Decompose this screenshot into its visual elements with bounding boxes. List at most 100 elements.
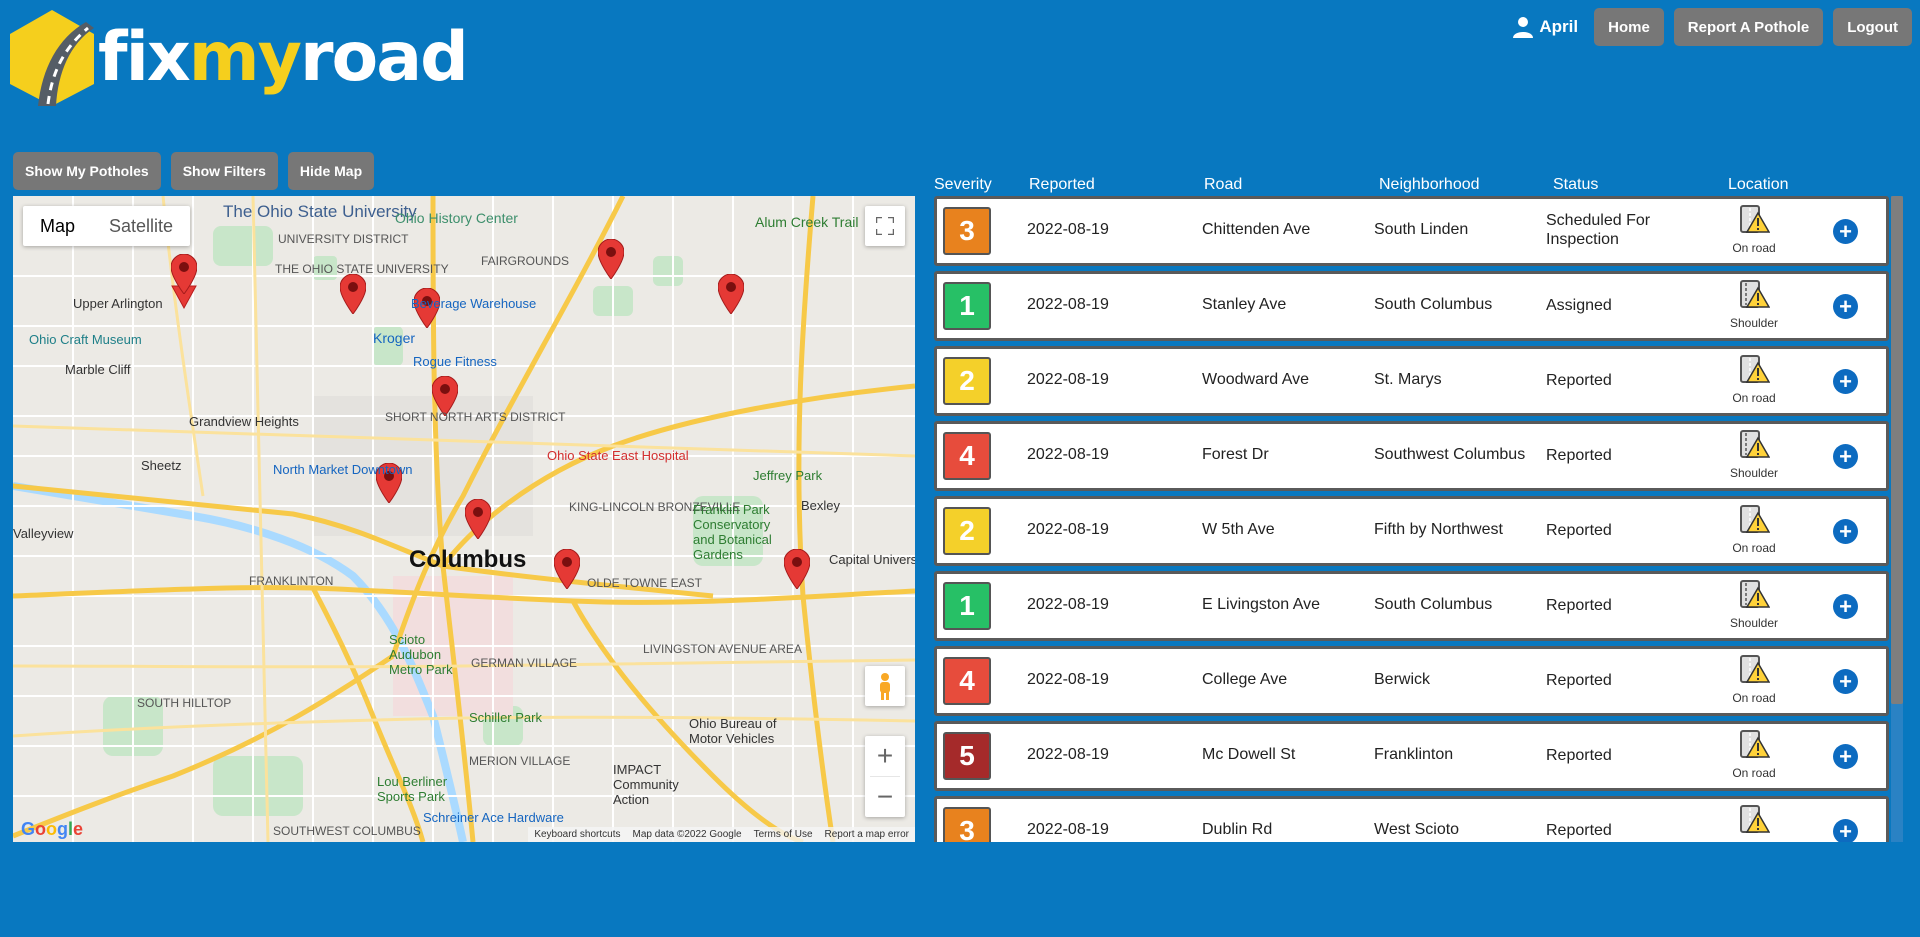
road-warning-icon [1740, 655, 1771, 683]
location-label: On road [1732, 241, 1776, 255]
report-map-error-link[interactable]: Report a map error [825, 829, 909, 840]
table-row[interactable]: 3 2022-08-19 Chittenden Ave South Linden… [934, 196, 1889, 266]
map-label-valleyview: Valleyview [13, 526, 74, 541]
col-status[interactable]: Status [1553, 176, 1598, 194]
map-attribution: Keyboard shortcuts Map data ©2022 Google… [528, 827, 915, 842]
map[interactable]: The Ohio State University Ohio History C… [13, 196, 915, 842]
list-scrollbar[interactable] [1891, 196, 1903, 842]
reported-date: 2022-08-19 [1027, 446, 1109, 463]
severity-badge: 1 [943, 582, 991, 630]
map-type-satellite-button[interactable]: Satellite [92, 206, 190, 246]
map-toolbar: Show My Potholes Show Filters Hide Map [13, 152, 375, 190]
table-row[interactable]: 2 2022-08-19 Woodward Ave St. Marys Repo… [934, 346, 1889, 416]
brand-name: fixmyroad [98, 24, 469, 92]
map-label-scioto-audubon: Scioto Audubon Metro Park [389, 632, 453, 677]
map-label-bmv: Ohio Bureau of Motor Vehicles [689, 716, 777, 746]
reported-date: 2022-08-19 [1027, 821, 1109, 838]
logo[interactable]: fixmyroad [8, 8, 469, 108]
pothole-marker-icon[interactable] [171, 254, 197, 294]
map-label-schiller-park: Schiller Park [469, 710, 542, 725]
google-logo[interactable]: Google [21, 819, 83, 840]
map-label-short-north: SHORT NORTH ARTS DISTRICT [385, 410, 566, 424]
col-neighborhood[interactable]: Neighborhood [1379, 176, 1480, 194]
expand-row-button[interactable]: + [1833, 594, 1858, 619]
table-row[interactable]: 3 2022-08-19 Dublin Rd West Scioto Repor… [934, 796, 1889, 842]
plus-icon: + [1839, 218, 1852, 244]
pothole-marker-icon[interactable] [465, 499, 491, 539]
table-row[interactable]: 5 2022-08-19 Mc Dowell St Franklinton Re… [934, 721, 1889, 791]
pothole-marker-icon[interactable] [718, 274, 744, 314]
show-my-potholes-button[interactable]: Show My Potholes [13, 152, 161, 190]
user-menu[interactable]: April [1513, 16, 1578, 38]
road-name: Mc Dowell St [1202, 746, 1296, 763]
pothole-marker-icon[interactable] [554, 549, 580, 589]
expand-row-button[interactable]: + [1833, 819, 1858, 842]
road-warning-icon [1740, 355, 1771, 383]
plus-icon: + [1839, 518, 1852, 544]
map-label-osu-area: THE OHIO STATE UNIVERSITY [275, 262, 449, 276]
table-row[interactable]: 2 2022-08-19 W 5th Ave Fifth by Northwes… [934, 496, 1889, 566]
logout-button[interactable]: Logout [1833, 8, 1912, 46]
expand-row-button[interactable]: + [1833, 669, 1858, 694]
location-indicator: On road [1719, 655, 1789, 705]
plus-icon: + [1839, 818, 1852, 842]
location-indicator: Shoulder [1719, 280, 1789, 330]
expand-row-button[interactable]: + [1833, 219, 1858, 244]
severity-badge: 3 [943, 807, 991, 842]
expand-row-button[interactable]: + [1833, 744, 1858, 769]
col-severity[interactable]: Severity [934, 176, 992, 194]
report-pothole-button[interactable]: Report A Pothole [1673, 8, 1824, 46]
map-type-map-button[interactable]: Map [23, 206, 92, 246]
table-row[interactable]: 1 2022-08-19 Stanley Ave South Columbus … [934, 271, 1889, 341]
map-label-east-hospital: Ohio State East Hospital [547, 448, 689, 463]
pothole-marker-icon[interactable] [784, 549, 810, 589]
expand-row-button[interactable]: + [1833, 444, 1858, 469]
plus-icon: + [1839, 593, 1852, 619]
map-label-merion: MERION VILLAGE [469, 754, 571, 768]
location-indicator: On road [1719, 805, 1789, 842]
map-label-north-market: North Market Downtown [273, 462, 413, 477]
fullscreen-button[interactable] [865, 206, 905, 246]
home-button[interactable]: Home [1594, 8, 1664, 46]
hide-map-button[interactable]: Hide Map [287, 152, 375, 190]
map-label-livingston: LIVINGSTON AVENUE AREA [643, 642, 802, 656]
pothole-marker-icon[interactable] [598, 239, 624, 279]
street-view-button[interactable] [865, 666, 905, 706]
map-label-olde-towne: OLDE TOWNE EAST [587, 576, 702, 590]
severity-badge: 2 [943, 357, 991, 405]
location-label: On road [1719, 841, 1789, 842]
top-nav: April Home Report A Pothole Logout [1513, 8, 1912, 46]
show-filters-button[interactable]: Show Filters [170, 152, 278, 190]
map-label-franklinton: FRANKLINTON [249, 574, 334, 588]
expand-row-button[interactable]: + [1833, 519, 1858, 544]
plus-icon: + [1839, 368, 1852, 394]
col-location[interactable]: Location [1728, 176, 1789, 194]
status-text: Scheduled For Inspection [1546, 212, 1651, 249]
scroll-thumb[interactable] [1891, 196, 1903, 704]
map-label-south-hilltop: SOUTH HILLTOP [137, 696, 232, 710]
road-name: E Livingston Ave [1202, 596, 1321, 613]
table-row[interactable]: 1 2022-08-19 E Livingston Ave South Colu… [934, 571, 1889, 641]
zoom-in-button[interactable]: + [865, 736, 905, 776]
map-label-schreiner: Schreiner Ace Hardware [423, 810, 564, 825]
terms-of-use-link[interactable]: Terms of Use [754, 829, 813, 840]
severity-badge: 4 [943, 432, 991, 480]
keyboard-shortcuts-link[interactable]: Keyboard shortcuts [534, 829, 620, 840]
severity-badge: 3 [943, 207, 991, 255]
table-row[interactable]: 4 2022-08-19 Forest Dr Southwest Columbu… [934, 421, 1889, 491]
col-road[interactable]: Road [1204, 176, 1242, 194]
map-label-upper-arlington: Upper Arlington [73, 296, 163, 311]
road-warning-icon [1740, 805, 1771, 833]
pothole-marker-icon[interactable] [340, 274, 366, 314]
zoom-out-button[interactable]: − [865, 777, 905, 817]
location-indicator: Shoulder [1719, 580, 1789, 630]
table-row[interactable]: 4 2022-08-19 College Ave Berwick Reporte… [934, 646, 1889, 716]
road-warning-icon [1740, 730, 1771, 758]
expand-row-button[interactable]: + [1833, 294, 1858, 319]
map-label-marble-cliff: Marble Cliff [65, 362, 131, 377]
road-name: Dublin Rd [1202, 821, 1273, 838]
location-label: On road [1732, 766, 1776, 780]
expand-row-button[interactable]: + [1833, 369, 1858, 394]
pothole-list[interactable]: 3 2022-08-19 Chittenden Ave South Linden… [934, 196, 1892, 842]
col-reported[interactable]: Reported [1029, 176, 1095, 194]
